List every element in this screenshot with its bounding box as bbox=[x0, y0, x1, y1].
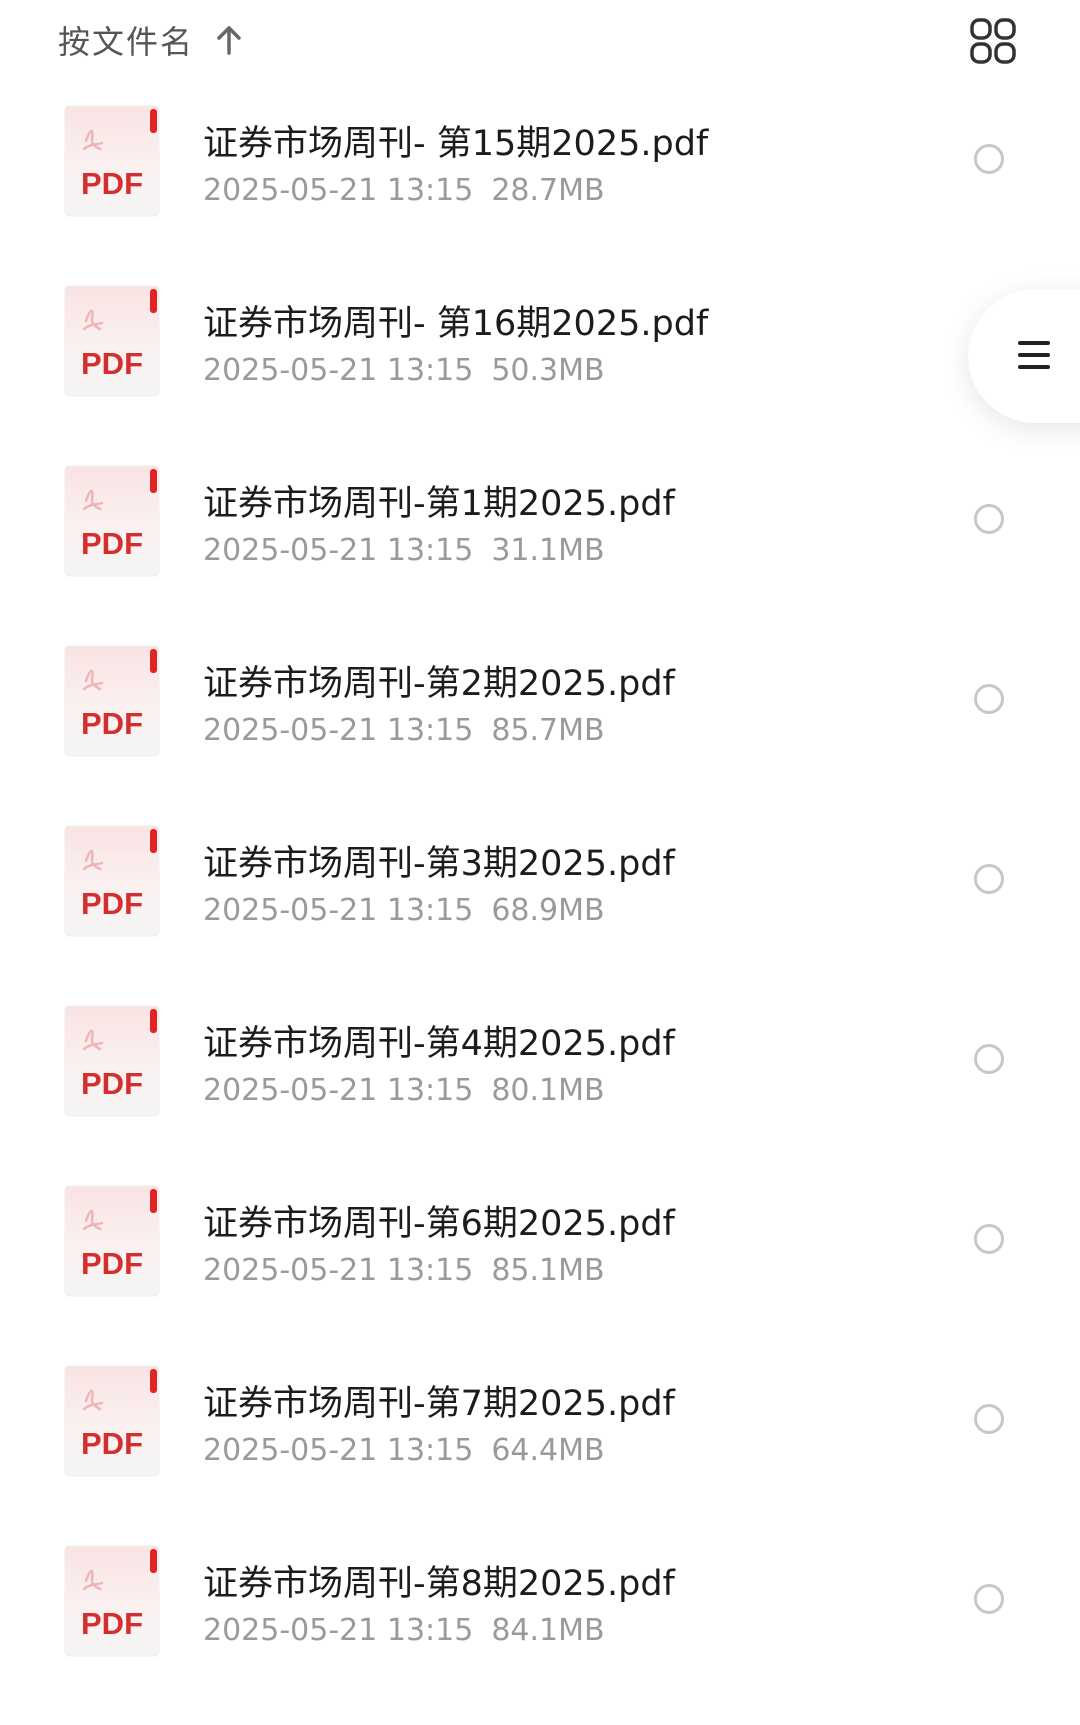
file-size: 50.3MB bbox=[491, 353, 605, 388]
file-date: 2025-05-21 13:15 bbox=[203, 173, 474, 208]
file-name: 证券市场周刊- 第16期2025.pdf bbox=[203, 304, 709, 344]
file-row[interactable]: PDF 证券市场周刊-第8期2025.pdf 2025-05-21 13:15 8… bbox=[0, 1545, 1080, 1725]
file-size: 85.7MB bbox=[491, 713, 605, 748]
pdf-icon-label: PDF bbox=[81, 1066, 143, 1101]
file-meta: 2025-05-21 13:15 68.9MB bbox=[203, 893, 605, 928]
pdf-file-icon: PDF bbox=[64, 1545, 160, 1657]
file-size: 31.1MB bbox=[491, 533, 605, 568]
pdf-icon-label: PDF bbox=[81, 886, 143, 921]
select-radio[interactable] bbox=[974, 1584, 1004, 1614]
pdf-icon-label: PDF bbox=[81, 1426, 143, 1461]
file-name: 证券市场周刊-第8期2025.pdf bbox=[203, 1564, 675, 1604]
file-meta: 2025-05-21 13:15 28.7MB bbox=[203, 173, 605, 208]
file-row[interactable]: PDF 证券市场周刊-第4期2025.pdf 2025-05-21 13:15 8… bbox=[0, 1005, 1080, 1185]
file-date: 2025-05-21 13:15 bbox=[203, 533, 474, 568]
file-date: 2025-05-21 13:15 bbox=[203, 1253, 474, 1288]
file-name: 证券市场周刊-第3期2025.pdf bbox=[203, 844, 675, 884]
select-radio[interactable] bbox=[974, 1404, 1004, 1434]
file-size: 80.1MB bbox=[491, 1073, 605, 1108]
file-name: 证券市场周刊- 第15期2025.pdf bbox=[203, 124, 709, 164]
pdf-file-icon: PDF bbox=[64, 285, 160, 397]
file-date: 2025-05-21 13:15 bbox=[203, 353, 474, 388]
pdf-file-icon: PDF bbox=[64, 1005, 160, 1117]
file-size: 64.4MB bbox=[491, 1433, 605, 1468]
select-radio[interactable] bbox=[974, 504, 1004, 534]
select-radio[interactable] bbox=[974, 684, 1004, 714]
file-date: 2025-05-21 13:15 bbox=[203, 893, 474, 928]
toolbar: 按文件名 bbox=[0, 0, 1080, 80]
pdf-icon-label: PDF bbox=[81, 346, 143, 381]
pdf-file-icon: PDF bbox=[64, 825, 160, 937]
file-date: 2025-05-21 13:15 bbox=[203, 1613, 474, 1648]
file-name: 证券市场周刊-第7期2025.pdf bbox=[203, 1384, 675, 1424]
arrow-up-icon bbox=[217, 26, 241, 55]
pdf-file-icon: PDF bbox=[64, 465, 160, 577]
file-size: 28.7MB bbox=[491, 173, 605, 208]
file-meta: 2025-05-21 13:15 31.1MB bbox=[203, 533, 605, 568]
file-meta: 2025-05-21 13:15 64.4MB bbox=[203, 1433, 605, 1468]
file-meta: 2025-05-21 13:15 85.1MB bbox=[203, 1253, 605, 1288]
file-size: 84.1MB bbox=[491, 1613, 605, 1648]
file-row[interactable]: PDF 证券市场周刊-第2期2025.pdf 2025-05-21 13:15 8… bbox=[0, 645, 1080, 825]
file-name: 证券市场周刊-第2期2025.pdf bbox=[203, 664, 675, 704]
file-row[interactable]: PDF 证券市场周刊-第3期2025.pdf 2025-05-21 13:15 6… bbox=[0, 825, 1080, 1005]
pdf-icon-label: PDF bbox=[81, 166, 143, 201]
file-row[interactable]: PDF 证券市场周刊- 第15期2025.pdf 2025-05-21 13:1… bbox=[0, 105, 1080, 285]
file-meta: 2025-05-21 13:15 85.7MB bbox=[203, 713, 605, 748]
file-date: 2025-05-21 13:15 bbox=[203, 713, 474, 748]
pdf-icon-label: PDF bbox=[81, 1606, 143, 1641]
file-meta: 2025-05-21 13:15 50.3MB bbox=[203, 353, 605, 388]
file-date: 2025-05-21 13:15 bbox=[203, 1433, 474, 1468]
pdf-file-icon: PDF bbox=[64, 105, 160, 217]
file-size: 68.9MB bbox=[491, 893, 605, 928]
file-date: 2025-05-21 13:15 bbox=[203, 1073, 474, 1108]
select-radio[interactable] bbox=[974, 864, 1004, 894]
file-name: 证券市场周刊-第4期2025.pdf bbox=[203, 1024, 675, 1064]
file-row[interactable]: PDF 证券市场周刊-第6期2025.pdf 2025-05-21 13:15 8… bbox=[0, 1185, 1080, 1365]
file-meta: 2025-05-21 13:15 84.1MB bbox=[203, 1613, 605, 1648]
file-meta: 2025-05-21 13:15 80.1MB bbox=[203, 1073, 605, 1108]
menu-icon bbox=[1018, 341, 1050, 369]
pdf-file-icon: PDF bbox=[64, 645, 160, 757]
select-radio[interactable] bbox=[974, 144, 1004, 174]
select-radio[interactable] bbox=[974, 1044, 1004, 1074]
file-row[interactable]: PDF 证券市场周刊-第7期2025.pdf 2025-05-21 13:15 6… bbox=[0, 1365, 1080, 1545]
sort-label: 按文件名 bbox=[58, 23, 195, 61]
file-name: 证券市场周刊-第1期2025.pdf bbox=[203, 484, 675, 524]
file-row[interactable]: PDF 证券市场周刊-第1期2025.pdf 2025-05-21 13:15 3… bbox=[0, 465, 1080, 645]
pdf-icon-label: PDF bbox=[81, 526, 143, 561]
pdf-file-icon: PDF bbox=[64, 1365, 160, 1477]
pdf-file-icon: PDF bbox=[64, 1185, 160, 1297]
pdf-icon-label: PDF bbox=[81, 1246, 143, 1281]
select-radio[interactable] bbox=[974, 1224, 1004, 1254]
file-row[interactable]: PDF 证券市场周刊- 第16期2025.pdf 2025-05-21 13:1… bbox=[0, 285, 1080, 465]
pdf-icon-label: PDF bbox=[81, 706, 143, 741]
file-size: 85.1MB bbox=[491, 1253, 605, 1288]
sort-by-name-button[interactable]: 按文件名 bbox=[58, 18, 246, 62]
grid-view-icon[interactable] bbox=[968, 16, 1018, 66]
file-name: 证券市场周刊-第6期2025.pdf bbox=[203, 1204, 675, 1244]
